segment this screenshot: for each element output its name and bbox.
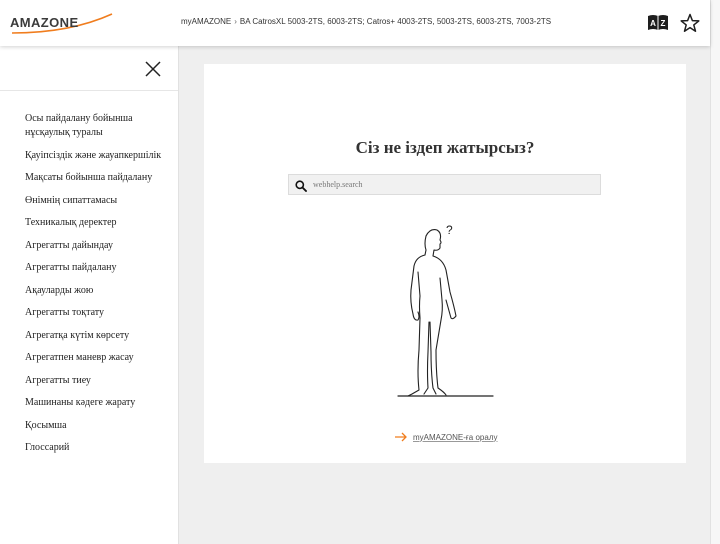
sidebar-item-product-description[interactable]: Өнімнің сипаттамасы <box>25 194 170 208</box>
svg-text:Z: Z <box>661 19 666 28</box>
svg-text:A: A <box>650 19 656 28</box>
language-book-icon[interactable]: A Z <box>647 13 669 33</box>
back-link-label: myAMAZONE-ға оралу <box>413 432 498 442</box>
question-mark: ? <box>446 223 453 237</box>
sidebar-item-appendix[interactable]: Қосымша <box>25 419 170 433</box>
page-title: Сіз не іздеп жатырсыз? <box>355 138 535 157</box>
sidebar-item-disposal[interactable]: Машинаны кәдеге жарату <box>25 396 170 410</box>
sidebar-item-operating[interactable]: Агрегатты пайдалану <box>25 261 170 275</box>
star-icon[interactable] <box>679 13 701 33</box>
sidebar: Осы пайдалану бойынша нұсқаулық туралы Қ… <box>0 46 179 544</box>
top-header: AMAZONE myAMAZONE › BA CatrosXL 5003-2TS, … <box>0 0 710 46</box>
arrow-right-icon <box>395 432 407 442</box>
searching-person-illustration: ? <box>396 222 496 398</box>
search-box[interactable] <box>288 174 601 195</box>
sidebar-item-loading[interactable]: Агрегатты тиеу <box>25 374 170 388</box>
sidebar-item-stopping[interactable]: Агрегатты тоқтату <box>25 306 170 320</box>
page-scrollbar[interactable] <box>710 0 720 544</box>
close-icon[interactable] <box>144 60 162 78</box>
back-to-myamazone-link[interactable]: myAMAZONE-ға оралу <box>394 432 498 442</box>
search-input[interactable] <box>313 175 598 194</box>
breadcrumb-item-manual[interactable]: BA CatrosXL 5003-2TS, 6003-2TS; Catros+ … <box>240 17 551 26</box>
sidebar-item-manoeuvring[interactable]: Агрегатпен маневр жасау <box>25 351 170 365</box>
sidebar-item-about-manual[interactable]: Осы пайдалану бойынша нұсқаулық туралы <box>25 112 170 140</box>
breadcrumb-separator: › <box>234 17 237 26</box>
search-icon <box>295 179 307 192</box>
breadcrumb-item-myamazone[interactable]: myAMAZONE <box>181 17 231 26</box>
logo-wordmark: AMAZONE <box>10 15 79 30</box>
sidebar-item-glossary[interactable]: Глоссарий <box>25 441 170 455</box>
sidebar-header <box>0 46 178 91</box>
sidebar-item-intended-use[interactable]: Мақсаты бойынша пайдалану <box>25 171 170 185</box>
amazone-logo[interactable]: AMAZONE <box>10 12 116 36</box>
breadcrumb: myAMAZONE › BA CatrosXL 5003-2TS, 6003-2TS… <box>181 17 551 26</box>
sidebar-nav: Осы пайдалану бойынша нұсқаулық туралы Қ… <box>25 112 170 455</box>
search-card: Сіз не іздеп жатырсыз? ? <box>204 64 686 463</box>
sidebar-item-safety[interactable]: Қауіпсіздік және жауапкершілік <box>25 149 170 163</box>
sidebar-item-technical-data[interactable]: Техникалық деректер <box>25 216 170 230</box>
sidebar-item-maintenance[interactable]: Агрегатқа күтім көрсету <box>25 329 170 343</box>
sidebar-item-troubleshooting[interactable]: Ақауларды жою <box>25 284 170 298</box>
sidebar-item-preparing[interactable]: Агрегатты дайындау <box>25 239 170 253</box>
